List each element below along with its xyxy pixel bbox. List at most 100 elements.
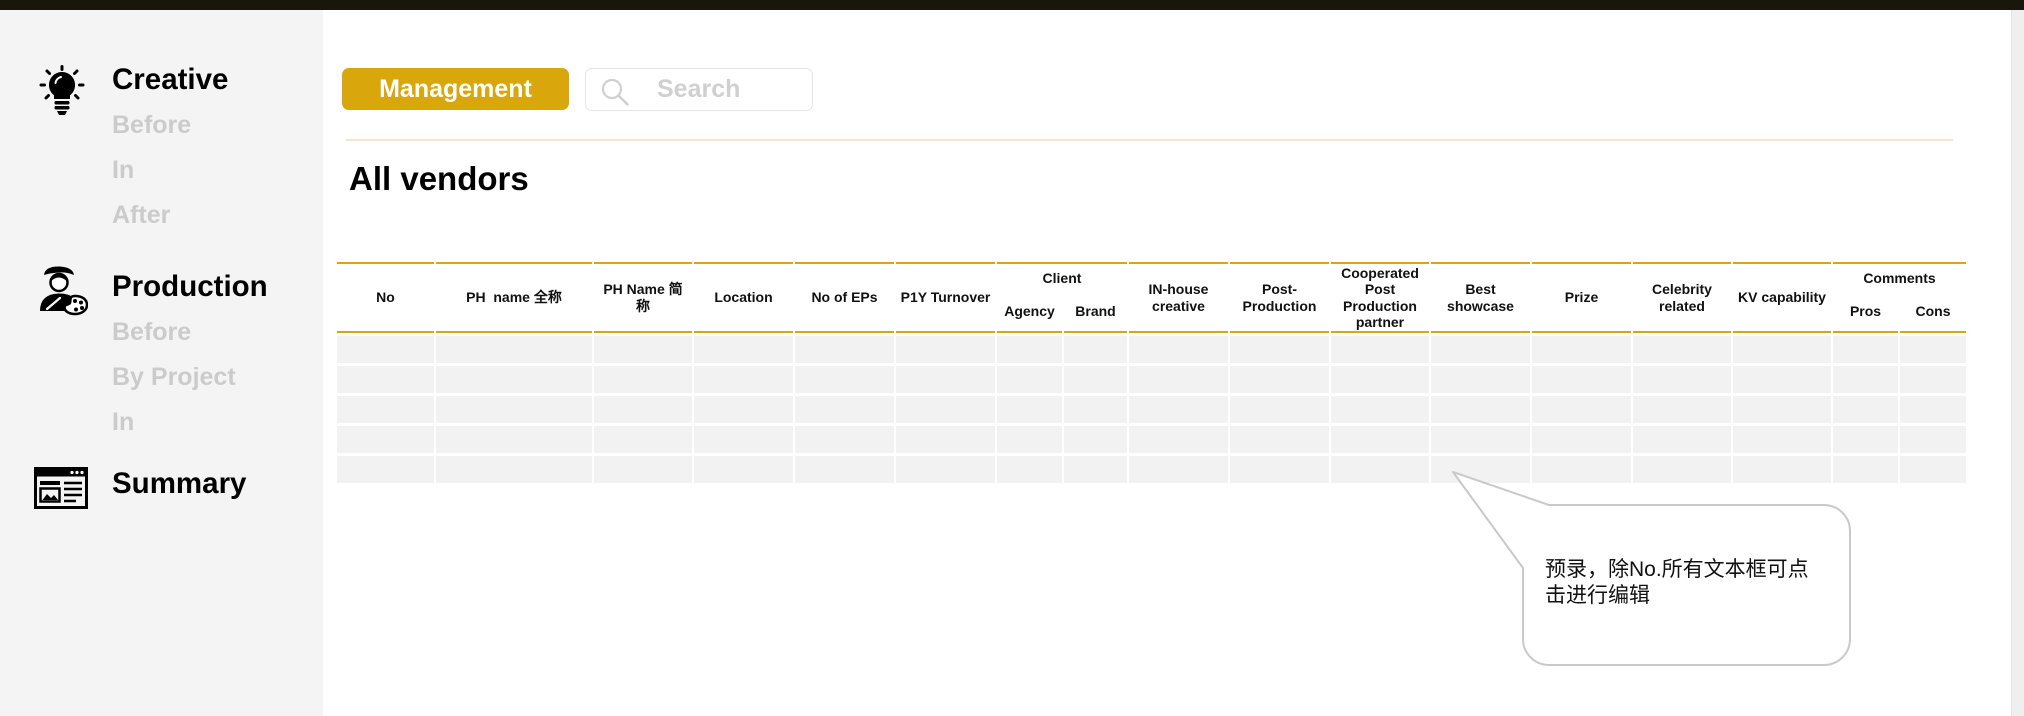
table-cell-editable[interactable] [1064, 366, 1127, 393]
table-cell-editable[interactable] [1230, 426, 1329, 453]
table-cell-editable[interactable] [1532, 426, 1631, 453]
table-cell-editable[interactable] [1431, 366, 1530, 393]
sidebar-item-creative-in[interactable]: In [112, 148, 191, 193]
sidebar-title-creative[interactable]: Creative [112, 62, 228, 98]
table-cell-editable[interactable] [1733, 396, 1831, 423]
table-cell-editable[interactable] [436, 336, 592, 363]
table-cell-editable[interactable] [1633, 366, 1731, 393]
table-cell-editable[interactable] [1064, 336, 1127, 363]
table-cell-editable[interactable] [1900, 396, 1966, 423]
table-cell-editable[interactable] [1633, 336, 1731, 363]
sidebar-item-creative-after[interactable]: After [112, 193, 191, 238]
table-cell-editable[interactable] [1431, 396, 1530, 423]
table-cell-editable[interactable] [1733, 336, 1831, 363]
table-cell-editable[interactable] [694, 426, 793, 453]
table-cell-editable[interactable] [795, 456, 894, 483]
table-cell-editable[interactable] [1129, 366, 1228, 393]
management-button[interactable]: Management [342, 68, 569, 110]
table-cell-editable[interactable] [997, 426, 1062, 453]
table-cell-editable[interactable] [694, 366, 793, 393]
table-cell-editable[interactable] [1331, 396, 1429, 423]
table-cell-editable[interactable] [896, 336, 995, 363]
table-cell-editable[interactable] [1532, 336, 1631, 363]
table-cell-editable[interactable] [594, 336, 692, 363]
table-cell-editable[interactable] [1331, 366, 1429, 393]
table-cell-editable[interactable] [694, 456, 793, 483]
table-cell-editable[interactable] [594, 426, 692, 453]
table-cell-editable[interactable] [795, 426, 894, 453]
table-cell-editable[interactable] [1331, 336, 1429, 363]
header-p1y-turnover: P1Y Turnover [896, 262, 995, 333]
table-cell-editable[interactable] [1900, 336, 1966, 363]
table-cell-editable[interactable] [1431, 336, 1530, 363]
table-cell-editable[interactable] [1064, 426, 1127, 453]
table-cell-editable[interactable] [1431, 426, 1530, 453]
table-cell-editable[interactable] [1230, 366, 1329, 393]
table-cell-editable[interactable] [1129, 396, 1228, 423]
table-cell-editable[interactable] [997, 396, 1062, 423]
search-icon[interactable] [600, 77, 630, 112]
table-cell-editable[interactable] [1900, 456, 1966, 483]
sidebar-item-production-by-project[interactable]: By Project [112, 355, 236, 400]
table-cell-editable[interactable] [1230, 336, 1329, 363]
table-cell-editable[interactable] [1129, 336, 1228, 363]
table-cell-editable[interactable] [1230, 396, 1329, 423]
table-cell-editable[interactable] [1331, 456, 1429, 483]
table-cell-editable[interactable] [1900, 426, 1966, 453]
table-cell-editable[interactable] [896, 456, 995, 483]
top-bar [0, 0, 2024, 10]
table-cell-editable[interactable] [795, 366, 894, 393]
table-cell-editable[interactable] [997, 336, 1062, 363]
table-cell-editable[interactable] [436, 456, 592, 483]
table-cell-editable[interactable] [1833, 336, 1898, 363]
table-cell-editable[interactable] [1064, 396, 1127, 423]
table-cell-editable[interactable] [1129, 426, 1228, 453]
table-cell-editable[interactable] [436, 426, 592, 453]
table-cell-editable[interactable] [1733, 366, 1831, 393]
table-cell-no [337, 426, 434, 453]
table-cell-editable[interactable] [1833, 396, 1898, 423]
table-cell-editable[interactable] [795, 336, 894, 363]
table-cell-editable[interactable] [1733, 426, 1831, 453]
table-cell-editable[interactable] [795, 396, 894, 423]
table-row [337, 366, 1966, 393]
table-cell-editable[interactable] [1833, 366, 1898, 393]
table-cell-editable[interactable] [1633, 396, 1731, 423]
header-ph-full-name: PH name 全称 [436, 262, 592, 333]
search-input[interactable] [657, 69, 807, 109]
table-cell-editable[interactable] [1833, 426, 1898, 453]
search-box[interactable] [585, 68, 813, 111]
sidebar-item-creative-before[interactable]: Before [112, 103, 191, 148]
table-cell-editable[interactable] [1064, 456, 1127, 483]
sidebar-title-summary[interactable]: Summary [112, 466, 246, 502]
table-cell-editable[interactable] [997, 366, 1062, 393]
table-cell-editable[interactable] [997, 456, 1062, 483]
table-cell-editable[interactable] [594, 366, 692, 393]
header-best-showcase: Best showcase [1431, 262, 1530, 333]
sidebar-title-production[interactable]: Production [112, 269, 268, 305]
sidebar-item-production-before[interactable]: Before [112, 310, 236, 355]
table-cell-editable[interactable] [1532, 396, 1631, 423]
table-cell-editable[interactable] [1633, 426, 1731, 453]
table-cell-editable[interactable] [896, 366, 995, 393]
callout-bubble: 预录，除No.所有文本框可点击进行编辑 [1440, 465, 1860, 675]
table-cell-editable[interactable] [896, 396, 995, 423]
table-cell-editable[interactable] [594, 456, 692, 483]
table-cell-editable[interactable] [1331, 426, 1429, 453]
header-no-of-eps: No of EPs [795, 262, 894, 333]
table-row [337, 426, 1966, 453]
table-cell-no [337, 366, 434, 393]
table-cell-editable[interactable] [694, 336, 793, 363]
table-cell-editable[interactable] [1230, 456, 1329, 483]
callout-text: 预录，除No.所有文本框可点击进行编辑 [1545, 558, 1809, 607]
table-cell-editable[interactable] [896, 426, 995, 453]
scrollbar[interactable] [2011, 10, 2024, 716]
table-cell-editable[interactable] [1129, 456, 1228, 483]
table-cell-editable[interactable] [594, 396, 692, 423]
sidebar-item-production-in[interactable]: In [112, 400, 236, 445]
table-cell-editable[interactable] [694, 396, 793, 423]
table-cell-editable[interactable] [1900, 366, 1966, 393]
table-cell-editable[interactable] [1532, 366, 1631, 393]
table-cell-editable[interactable] [436, 366, 592, 393]
table-cell-editable[interactable] [436, 396, 592, 423]
